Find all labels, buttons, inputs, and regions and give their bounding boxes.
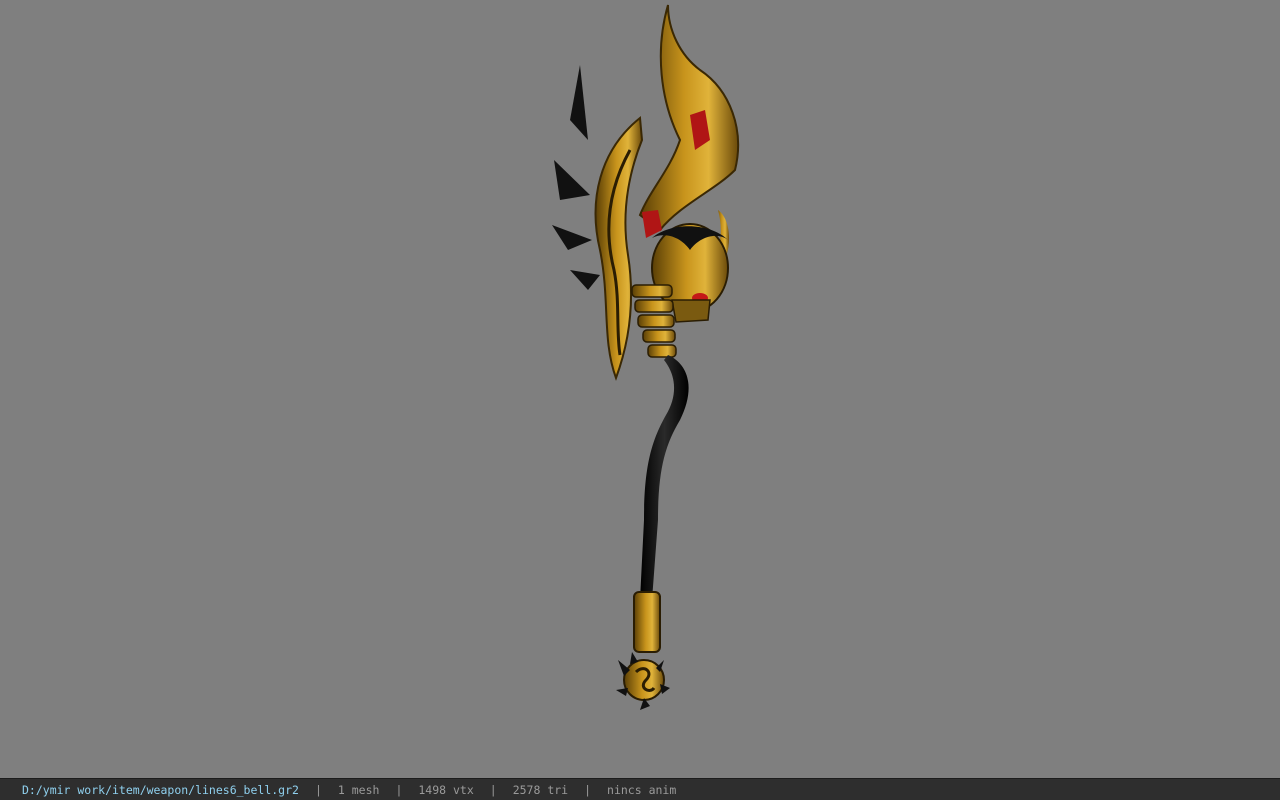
separator: | <box>395 782 403 797</box>
mesh-count: 1 mesh <box>337 782 380 797</box>
separator: | <box>489 782 497 797</box>
vertex-count: 1498 vtx <box>418 782 474 797</box>
separator: | <box>584 782 592 797</box>
3d-viewport[interactable] <box>0 0 1280 778</box>
status-bar: D:/ymir work/item/weapon/lines6_bell.gr2… <box>0 778 1280 800</box>
weapon-model-icon <box>552 4 740 710</box>
triangle-count: 2578 tri <box>512 782 569 797</box>
animation-status: nincs anim <box>607 782 677 797</box>
file-path: D:/ymir work/item/weapon/lines6_bell.gr2 <box>22 782 299 797</box>
separator: | <box>314 782 322 797</box>
